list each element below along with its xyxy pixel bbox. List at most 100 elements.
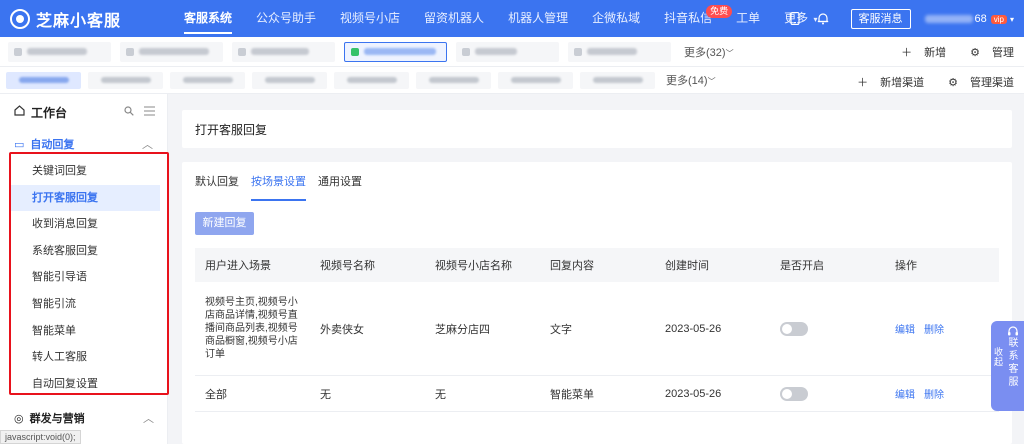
cell-shop: 芝麻分店四 — [435, 323, 490, 336]
channel-tab[interactable] — [580, 71, 655, 89]
search-icon[interactable] — [124, 105, 134, 119]
nav-item-bot-manage[interactable]: 机器人管理 — [496, 0, 580, 37]
channel-tab[interactable] — [170, 71, 245, 89]
sidebar-item-smart-menu[interactable]: 智能菜单 — [11, 318, 160, 345]
nav-item-official-assistant[interactable]: 公众号助手 — [244, 0, 328, 37]
headset-icon — [1007, 326, 1019, 336]
vip-badge: vip — [990, 14, 1007, 24]
enable-toggle[interactable] — [780, 321, 808, 336]
delete-link[interactable]: 删除 — [924, 325, 944, 336]
col-enabled: 是否开启 — [780, 260, 824, 272]
account-tab-active[interactable] — [344, 41, 447, 62]
account-tab[interactable] — [456, 41, 559, 62]
nav-item-douyin-dm[interactable]: 抖音私信 免费 — [652, 0, 733, 37]
sidebar-item-auto-reply-settings[interactable]: 自动回复设置 — [11, 371, 160, 398]
reply-table: 用户进入场景 视频号名称 视频号小店名称 回复内容 创建时间 是否开启 操作 视… — [195, 248, 999, 412]
account-avatar — [462, 47, 470, 56]
account-tab[interactable] — [568, 41, 671, 62]
manage-channels-label: 管理渠道 — [970, 77, 1014, 89]
table-row: 全部 无 无 智能菜单 2023-05-26 编辑 删除 — [195, 376, 999, 412]
sidebar-item-keyword-reply[interactable]: 关键词回复 — [11, 158, 160, 185]
gear-icon: ⚙ — [970, 47, 980, 59]
message-icon: ▭ — [14, 138, 25, 151]
cell-shop: 无 — [435, 388, 446, 401]
status-bar-url: javascript:void(0); — [0, 430, 81, 444]
nav-item-kf-system[interactable]: 客服系统 — [172, 0, 244, 37]
manage-accounts-button[interactable]: ⚙ 管理 — [958, 44, 1014, 60]
tab-scene-settings[interactable]: 按场景设置 — [251, 172, 306, 202]
kf-message-button[interactable]: 客服消息 — [850, 8, 911, 29]
chevron-down-icon: ▾ — [1009, 14, 1014, 24]
channel-tab[interactable] — [416, 71, 491, 89]
account-avatar — [126, 47, 134, 56]
nav-item-douyin-label: 抖音私信 — [664, 11, 713, 25]
col-channel-name: 视频号名称 — [320, 260, 375, 272]
sidebar-item-system-kf-reply[interactable]: 系统客服回复 — [11, 238, 160, 265]
account-avatar — [574, 47, 582, 56]
sidebar-item-smart-guide[interactable]: 智能引导语 — [11, 264, 160, 291]
edit-link[interactable]: 编辑 — [895, 325, 915, 336]
channel-actions: ＋ 新增渠道 ⚙ 管理渠道 — [833, 67, 1014, 97]
add-channel-label: 新增渠道 — [880, 77, 925, 89]
sidebar-item-smart-traffic[interactable]: 智能引流 — [11, 291, 160, 318]
page-header: 打开客服回复 — [182, 110, 1012, 148]
sidebar-item-open-kf-reply[interactable]: 打开客服回复 — [11, 184, 160, 212]
brand-name: 芝麻小客服 — [36, 12, 122, 30]
channels-more-label: 更多(14) — [666, 75, 708, 87]
sidebar: 工作台 ▭ 自动回复 ︿ 关键词回复 打开客服回复 收到消息回复 系统客服回复 … — [0, 94, 169, 444]
contact-kf-label[interactable]: 联系客服 — [1008, 337, 1019, 389]
sidebar-item-message-reply[interactable]: 收到消息回复 — [11, 211, 160, 238]
col-shop-name: 视频号小店名称 — [435, 260, 512, 272]
channel-tab[interactable] — [252, 71, 327, 89]
new-reply-button[interactable]: 新建回复 — [195, 212, 254, 235]
account-tab[interactable] — [120, 41, 223, 62]
nav-item-wecom-private[interactable]: 企微私域 — [580, 0, 652, 37]
chevron-up-icon: ︿ — [142, 139, 153, 151]
enable-toggle[interactable] — [780, 386, 808, 401]
manage-accounts-label: 管理 — [992, 47, 1014, 59]
account-avatar — [238, 47, 246, 56]
add-channel-button[interactable]: ＋ 新增渠道 — [845, 74, 924, 90]
collapse-widget-button[interactable]: 收起 — [994, 347, 1003, 367]
workbench-title: 工作台 — [31, 105, 68, 120]
bell-icon[interactable] — [816, 12, 830, 26]
main-nav: 客服系统 公众号助手 视频号小店 留资机器人 机器人管理 企微私域 抖音私信 免… — [172, 0, 830, 37]
tab-general-settings[interactable]: 通用设置 — [318, 172, 362, 202]
sidebar-group-broadcast[interactable]: ◎ 群发与营销 ︿ — [0, 404, 168, 432]
home-icon — [14, 105, 25, 119]
channel-tab-active[interactable] — [6, 71, 81, 89]
account-avatar — [351, 47, 359, 56]
nav-right: 客服消息 68 vip ▾ — [781, 0, 1014, 37]
brand-logo[interactable]: 芝麻小客服 — [10, 7, 150, 31]
col-created-time: 创建时间 — [665, 260, 709, 272]
channel-tab[interactable] — [88, 71, 163, 89]
channel-tab[interactable] — [334, 71, 409, 89]
reply-settings-panel: 默认回复 按场景设置 通用设置 新建回复 用户进入场景 视频号名称 视频号小店名… — [182, 162, 1012, 444]
nav-item-lead-bot[interactable]: 留资机器人 — [412, 0, 496, 37]
reply-tabs: 默认回复 按场景设置 通用设置 — [195, 172, 374, 202]
manage-channels-button[interactable]: ⚙ 管理渠道 — [936, 74, 1014, 90]
channel-tab[interactable] — [498, 71, 573, 89]
add-account-button[interactable]: ＋ 新增 — [889, 44, 946, 60]
mobile-icon[interactable] — [788, 12, 802, 26]
floating-contact-widget[interactable]: 收起 联系客服 — [991, 321, 1024, 411]
account-tabs-row: 更多(32)﹀ ＋ 新增 ⚙ 管理 — [0, 37, 1024, 67]
account-tab[interactable] — [232, 41, 335, 62]
table-header: 用户进入场景 视频号名称 视频号小店名称 回复内容 创建时间 是否开启 操作 — [195, 248, 999, 282]
nav-item-ticket[interactable]: 工单 — [724, 0, 772, 37]
gear-icon: ⚙ — [948, 77, 958, 89]
col-actions: 操作 — [895, 260, 917, 272]
nav-item-channels-shop[interactable]: 视频号小店 — [328, 0, 412, 37]
account-tab[interactable] — [8, 41, 111, 62]
collapse-menu-icon[interactable] — [144, 105, 155, 119]
account-menu[interactable]: 68 vip ▾ — [924, 13, 1014, 25]
channels-more-dropdown[interactable]: 更多(14)﹀ — [666, 72, 716, 88]
accounts-more-dropdown[interactable]: 更多(32)﹀ — [684, 44, 734, 60]
edit-link[interactable]: 编辑 — [895, 390, 915, 401]
tab-default-reply[interactable]: 默认回复 — [195, 172, 239, 202]
broadcast-label: 群发与营销 — [29, 413, 85, 425]
sidebar-item-transfer-human[interactable]: 转人工客服 — [11, 344, 160, 371]
delete-link[interactable]: 删除 — [924, 390, 944, 401]
auto-reply-menu: 关键词回复 打开客服回复 收到消息回复 系统客服回复 智能引导语 智能引流 智能… — [11, 158, 160, 397]
page-title: 打开客服回复 — [195, 122, 268, 137]
